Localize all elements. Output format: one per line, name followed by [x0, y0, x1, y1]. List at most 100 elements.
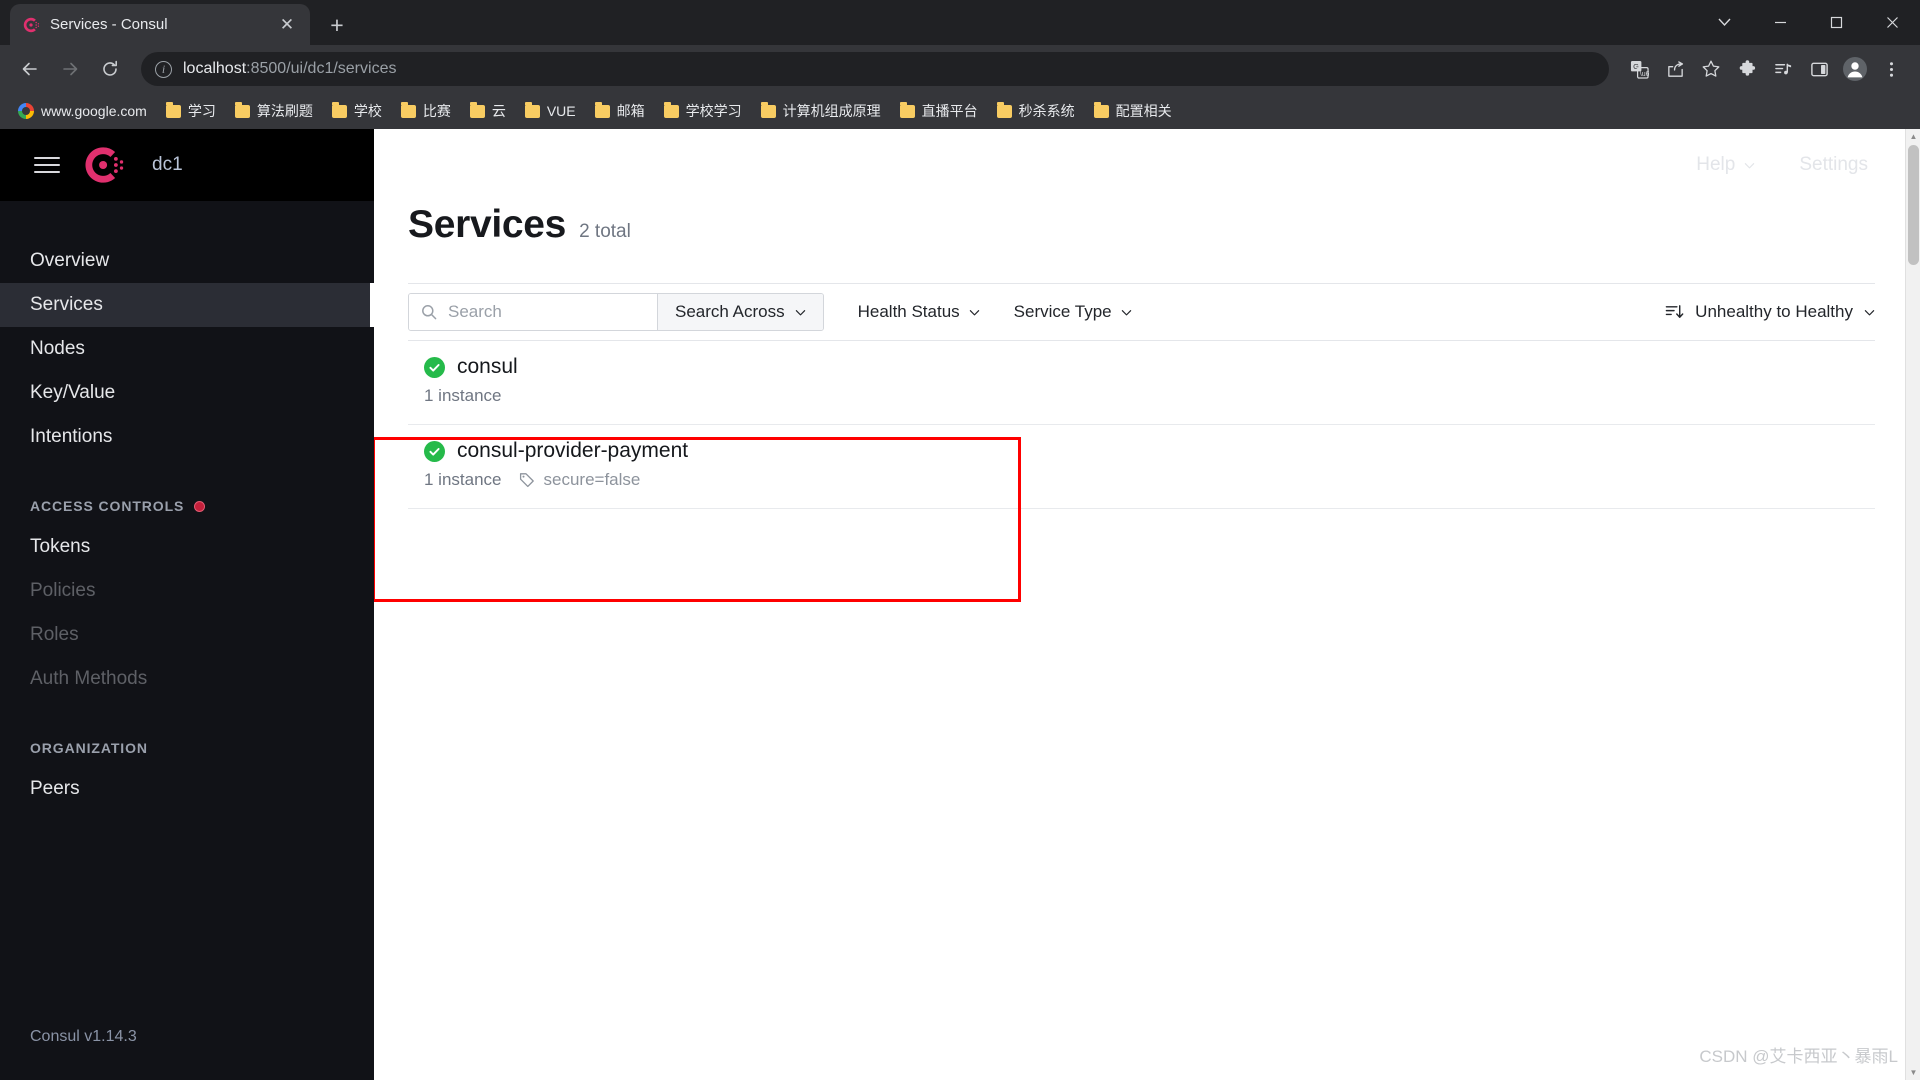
search-icon — [422, 305, 437, 320]
service-tag: secure=false — [519, 470, 640, 490]
sidebar-item-key-value[interactable]: Key/Value — [0, 371, 374, 415]
service-type-label: Service Type — [1013, 302, 1112, 321]
bookmark-item[interactable]: 学校学习 — [656, 97, 750, 125]
bookmark-item[interactable]: 学习 — [158, 97, 224, 125]
service-type-filter[interactable]: Service Type — [1014, 302, 1132, 322]
scrollbar-up-arrow[interactable]: ▲ — [1906, 129, 1920, 144]
folder-icon — [996, 102, 1012, 118]
bookmark-item[interactable]: VUE — [517, 99, 584, 123]
profile-avatar-icon[interactable] — [1838, 52, 1872, 86]
service-meta: 1 instance secure=false — [424, 470, 1875, 490]
extensions-puzzle-icon[interactable] — [1730, 52, 1764, 86]
tab-strip: Services - Consul ✕ + — [0, 0, 1920, 45]
sort-control[interactable]: Unhealthy to Healthy — [1665, 302, 1875, 322]
page-header: Services 2 total — [408, 203, 1920, 247]
help-menu-button[interactable]: Help — [1696, 154, 1755, 176]
settings-button[interactable]: Settings — [1799, 154, 1868, 176]
search-input[interactable]: Search — [409, 294, 657, 330]
bookmark-item[interactable]: 算法刷题 — [227, 97, 321, 125]
service-name: consul-provider-payment — [457, 439, 689, 462]
sidebar-item-label: Tokens — [30, 536, 91, 557]
datacenter-selector[interactable]: dc1 — [152, 154, 183, 176]
bookmark-label: 算法刷题 — [256, 103, 313, 119]
bookmark-label: 学校学习 — [685, 103, 742, 119]
bookmark-item[interactable]: 秒杀系统 — [989, 97, 1083, 125]
bookmark-label: www.google.com — [41, 103, 147, 119]
window-maximize-button[interactable] — [1808, 0, 1864, 45]
tab-close-icon[interactable]: ✕ — [276, 14, 298, 36]
chrome-menu-icon[interactable] — [1874, 52, 1908, 86]
svg-text:G: G — [1633, 62, 1639, 71]
browser-tab[interactable]: Services - Consul ✕ — [10, 4, 310, 45]
bookmark-item[interactable]: 云 — [462, 97, 514, 125]
scrollbar-down-arrow[interactable]: ▼ — [1906, 1065, 1920, 1080]
reload-button[interactable] — [92, 51, 128, 87]
settings-label: Settings — [1799, 154, 1868, 175]
bookmarks-bar: www.google.com 学习 算法刷题 学校 比赛 云 VUE 邮箱 学校… — [0, 93, 1920, 129]
service-name-row: consul — [424, 355, 1875, 379]
consul-logo-icon — [22, 16, 40, 34]
page-scrollbar[interactable]: ▲ ▼ — [1905, 129, 1920, 1080]
watermark: CSDN @艾卡西亚丶暴雨L — [1699, 1047, 1898, 1066]
sidebar-item-roles[interactable]: Roles — [0, 613, 374, 657]
health-passing-icon — [424, 356, 445, 378]
window-minimize-button[interactable] — [1752, 0, 1808, 45]
chevron-down-icon — [1864, 309, 1875, 315]
bookmark-item[interactable]: 直播平台 — [892, 97, 986, 125]
tab-search-button[interactable] — [1696, 0, 1752, 45]
bookmark-label: 云 — [491, 103, 506, 119]
search-across-label: Search Across — [675, 302, 785, 321]
chevron-down-icon — [969, 309, 979, 315]
side-panel-icon[interactable] — [1802, 52, 1836, 86]
bookmark-star-icon[interactable] — [1694, 52, 1728, 86]
scrollbar-thumb[interactable] — [1908, 145, 1919, 265]
back-button[interactable] — [12, 51, 48, 87]
sidebar-item-overview[interactable]: Overview — [0, 239, 374, 283]
folder-icon — [400, 102, 416, 118]
bookmark-item[interactable]: 比赛 — [393, 97, 459, 125]
bookmark-label: VUE — [546, 103, 576, 119]
bookmark-item[interactable]: 邮箱 — [587, 97, 653, 125]
media-control-icon[interactable] — [1766, 52, 1800, 86]
bookmark-item[interactable]: 学校 — [324, 97, 390, 125]
consul-topbar-right: Help Settings — [1696, 129, 1868, 201]
sidebar-item-auth-methods[interactable]: Auth Methods — [0, 657, 374, 701]
bookmark-label: 直播平台 — [921, 103, 978, 119]
google-icon — [18, 103, 34, 119]
sidebar-item-policies[interactable]: Policies — [0, 569, 374, 613]
bookmark-item[interactable]: 配置相关 — [1086, 97, 1180, 125]
sidebar-item-label: Services — [30, 294, 103, 315]
address-bar[interactable]: i localhost:8500/ui/dc1/services — [141, 52, 1609, 86]
window-close-button[interactable] — [1864, 0, 1920, 45]
folder-icon — [331, 102, 347, 118]
sort-descending-icon — [1665, 304, 1684, 318]
sidebar-item-intentions[interactable]: Intentions — [0, 415, 374, 459]
folder-icon — [234, 102, 250, 118]
sidebar-item-services[interactable]: Services — [0, 283, 374, 327]
sidebar-item-tokens[interactable]: Tokens — [0, 525, 374, 569]
bookmark-label: 比赛 — [422, 103, 451, 119]
service-list-item[interactable]: consul-provider-payment 1 instance secur… — [408, 425, 1875, 509]
consul-logo-icon[interactable] — [84, 144, 126, 186]
menu-hamburger-icon[interactable] — [34, 157, 60, 173]
site-info-icon[interactable]: i — [155, 60, 172, 78]
new-tab-button[interactable]: + — [320, 8, 354, 42]
sidebar-item-label: Auth Methods — [30, 668, 148, 689]
search-placeholder: Search — [448, 302, 502, 321]
bookmark-item[interactable]: www.google.com — [10, 99, 155, 123]
search-across-dropdown[interactable]: Search Across — [657, 294, 823, 330]
sidebar-item-nodes[interactable]: Nodes — [0, 327, 374, 371]
sidebar-section-label: ORGANIZATION — [30, 740, 148, 756]
sidebar-item-peers[interactable]: Peers — [0, 767, 374, 811]
bookmark-label: 学校 — [353, 103, 382, 119]
bookmark-item[interactable]: 计算机组成原理 — [753, 97, 889, 125]
share-icon[interactable] — [1658, 52, 1692, 86]
consul-version: Consul v1.14.3 — [30, 1028, 137, 1045]
translate-icon[interactable]: G\u6587 — [1622, 52, 1656, 86]
sidebar-item-label: Key/Value — [30, 382, 116, 403]
help-label: Help — [1696, 154, 1736, 175]
bookmark-label: 计算机组成原理 — [782, 103, 881, 119]
service-list-item[interactable]: consul 1 instance — [408, 341, 1875, 425]
health-status-filter[interactable]: Health Status — [858, 302, 980, 322]
forward-button[interactable] — [52, 51, 88, 87]
